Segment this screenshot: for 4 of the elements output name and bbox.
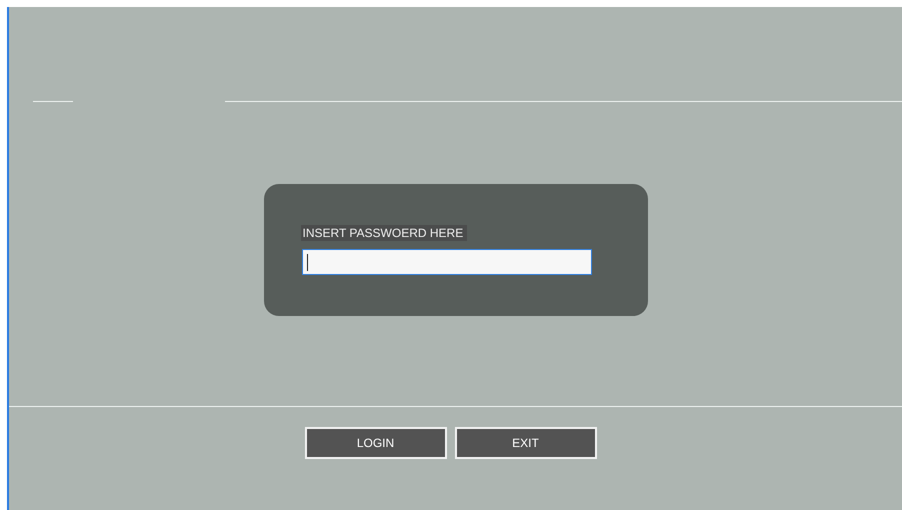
exit-button[interactable]: EXIT — [454, 427, 596, 459]
password-field[interactable] — [302, 249, 592, 275]
login-button[interactable]: LOGIN — [304, 427, 446, 459]
password-label: INSERT PASSWOERD HERE — [300, 225, 468, 241]
